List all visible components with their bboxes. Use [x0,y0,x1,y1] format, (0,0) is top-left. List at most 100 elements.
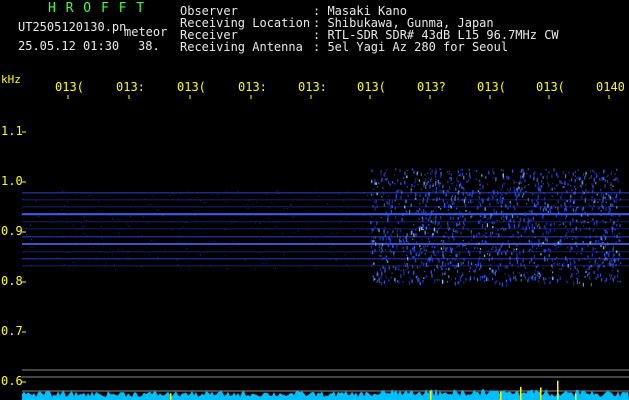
echo-speck [533,254,536,258]
echo-speck [589,241,591,245]
echo-speck [385,255,387,258]
echo-speck [501,194,503,196]
echo-speck [502,173,504,178]
echo-speck [476,278,479,282]
echo-speck [562,222,564,225]
echo-speck [76,264,78,266]
echo-speck [444,204,446,208]
echo-speck [449,280,451,282]
echo-speck [197,210,199,212]
echo-speck [617,281,619,283]
echo-speck [406,169,408,171]
echo-speck [458,190,460,192]
echo-speck [105,263,107,264]
echo-speck [546,246,548,248]
echo-speck [190,199,192,201]
echo-speck [522,168,524,171]
echo-speck [436,187,438,190]
echo-speck [454,265,456,268]
echo-speck [526,172,528,175]
echo-speck [460,275,463,278]
echo-speck [619,239,621,243]
echo-speck [575,236,577,240]
echo-speck [470,234,473,236]
echo-speck [448,275,450,279]
echo-speck [491,248,493,250]
echo-speck [372,240,374,244]
echo-speck [469,175,471,179]
echo-speck [506,265,508,269]
echo-speck [556,184,558,187]
echo-speck [455,187,457,191]
echo-speck [432,189,434,192]
echo-speck [542,176,544,179]
echo-speck [543,249,545,253]
echo-speck [582,193,584,195]
echo-speck [518,221,521,225]
echo-speck [615,258,617,261]
echo-speck [588,202,590,206]
echo-speck [371,169,373,172]
echo-speck [526,272,528,274]
echo-speck [504,228,507,231]
echo-speck [565,210,568,212]
y-tick-label: 0.7 [1,324,23,338]
echo-speck [522,250,524,254]
echo-speck [56,257,58,258]
echo-speck [509,235,511,238]
echo-speck [259,239,261,240]
echo-speck [276,191,278,192]
echo-speck [247,204,249,206]
echo-speck [470,262,473,265]
echo-speck [58,258,60,260]
echo-speck [475,178,477,181]
echo-speck [591,253,593,257]
echo-speck [435,207,437,209]
echo-speck [495,246,497,250]
echo-speck [411,279,413,283]
echo-speck [605,278,607,282]
echo-speck [559,268,561,271]
echo-speck [447,227,449,230]
echo-speck [401,212,403,215]
echo-speck [562,170,564,175]
echo-speck [471,215,473,218]
echo-speck [502,211,504,213]
echo-speck [372,236,374,240]
echo-speck [409,277,412,279]
echo-speck [64,205,66,207]
echo-speck [483,254,486,257]
echo-speck [488,192,490,194]
echo-speck [448,170,451,172]
echo-speck [387,231,389,234]
echo-speck [488,170,490,175]
echo-speck [389,237,391,242]
echo-speck [484,227,486,230]
echo-speck [439,190,441,192]
echo-speck [573,231,575,233]
echo-speck [604,229,606,232]
echo-speck [417,170,419,173]
echo-speck [371,250,374,255]
echo-speck [384,249,386,251]
y-tick-label: 0.9 [1,224,23,238]
echo-speck [396,245,398,249]
echo-speck [542,232,544,237]
echo-speck [334,254,336,256]
echo-speck [517,236,520,239]
echo-speck [608,194,610,197]
echo-speck [391,200,394,204]
echo-speck [615,200,617,204]
echo-speck [546,223,548,225]
echo-speck [609,277,612,280]
echo-speck [520,274,522,277]
echo-speck [112,253,114,255]
echo-speck [509,261,511,265]
echo-speck [378,182,380,184]
echo-speck [394,280,396,283]
echo-speck [67,201,68,203]
echo-speck [384,270,386,273]
echo-speck [450,261,452,265]
echo-speck [394,227,397,229]
echo-speck [590,175,592,179]
